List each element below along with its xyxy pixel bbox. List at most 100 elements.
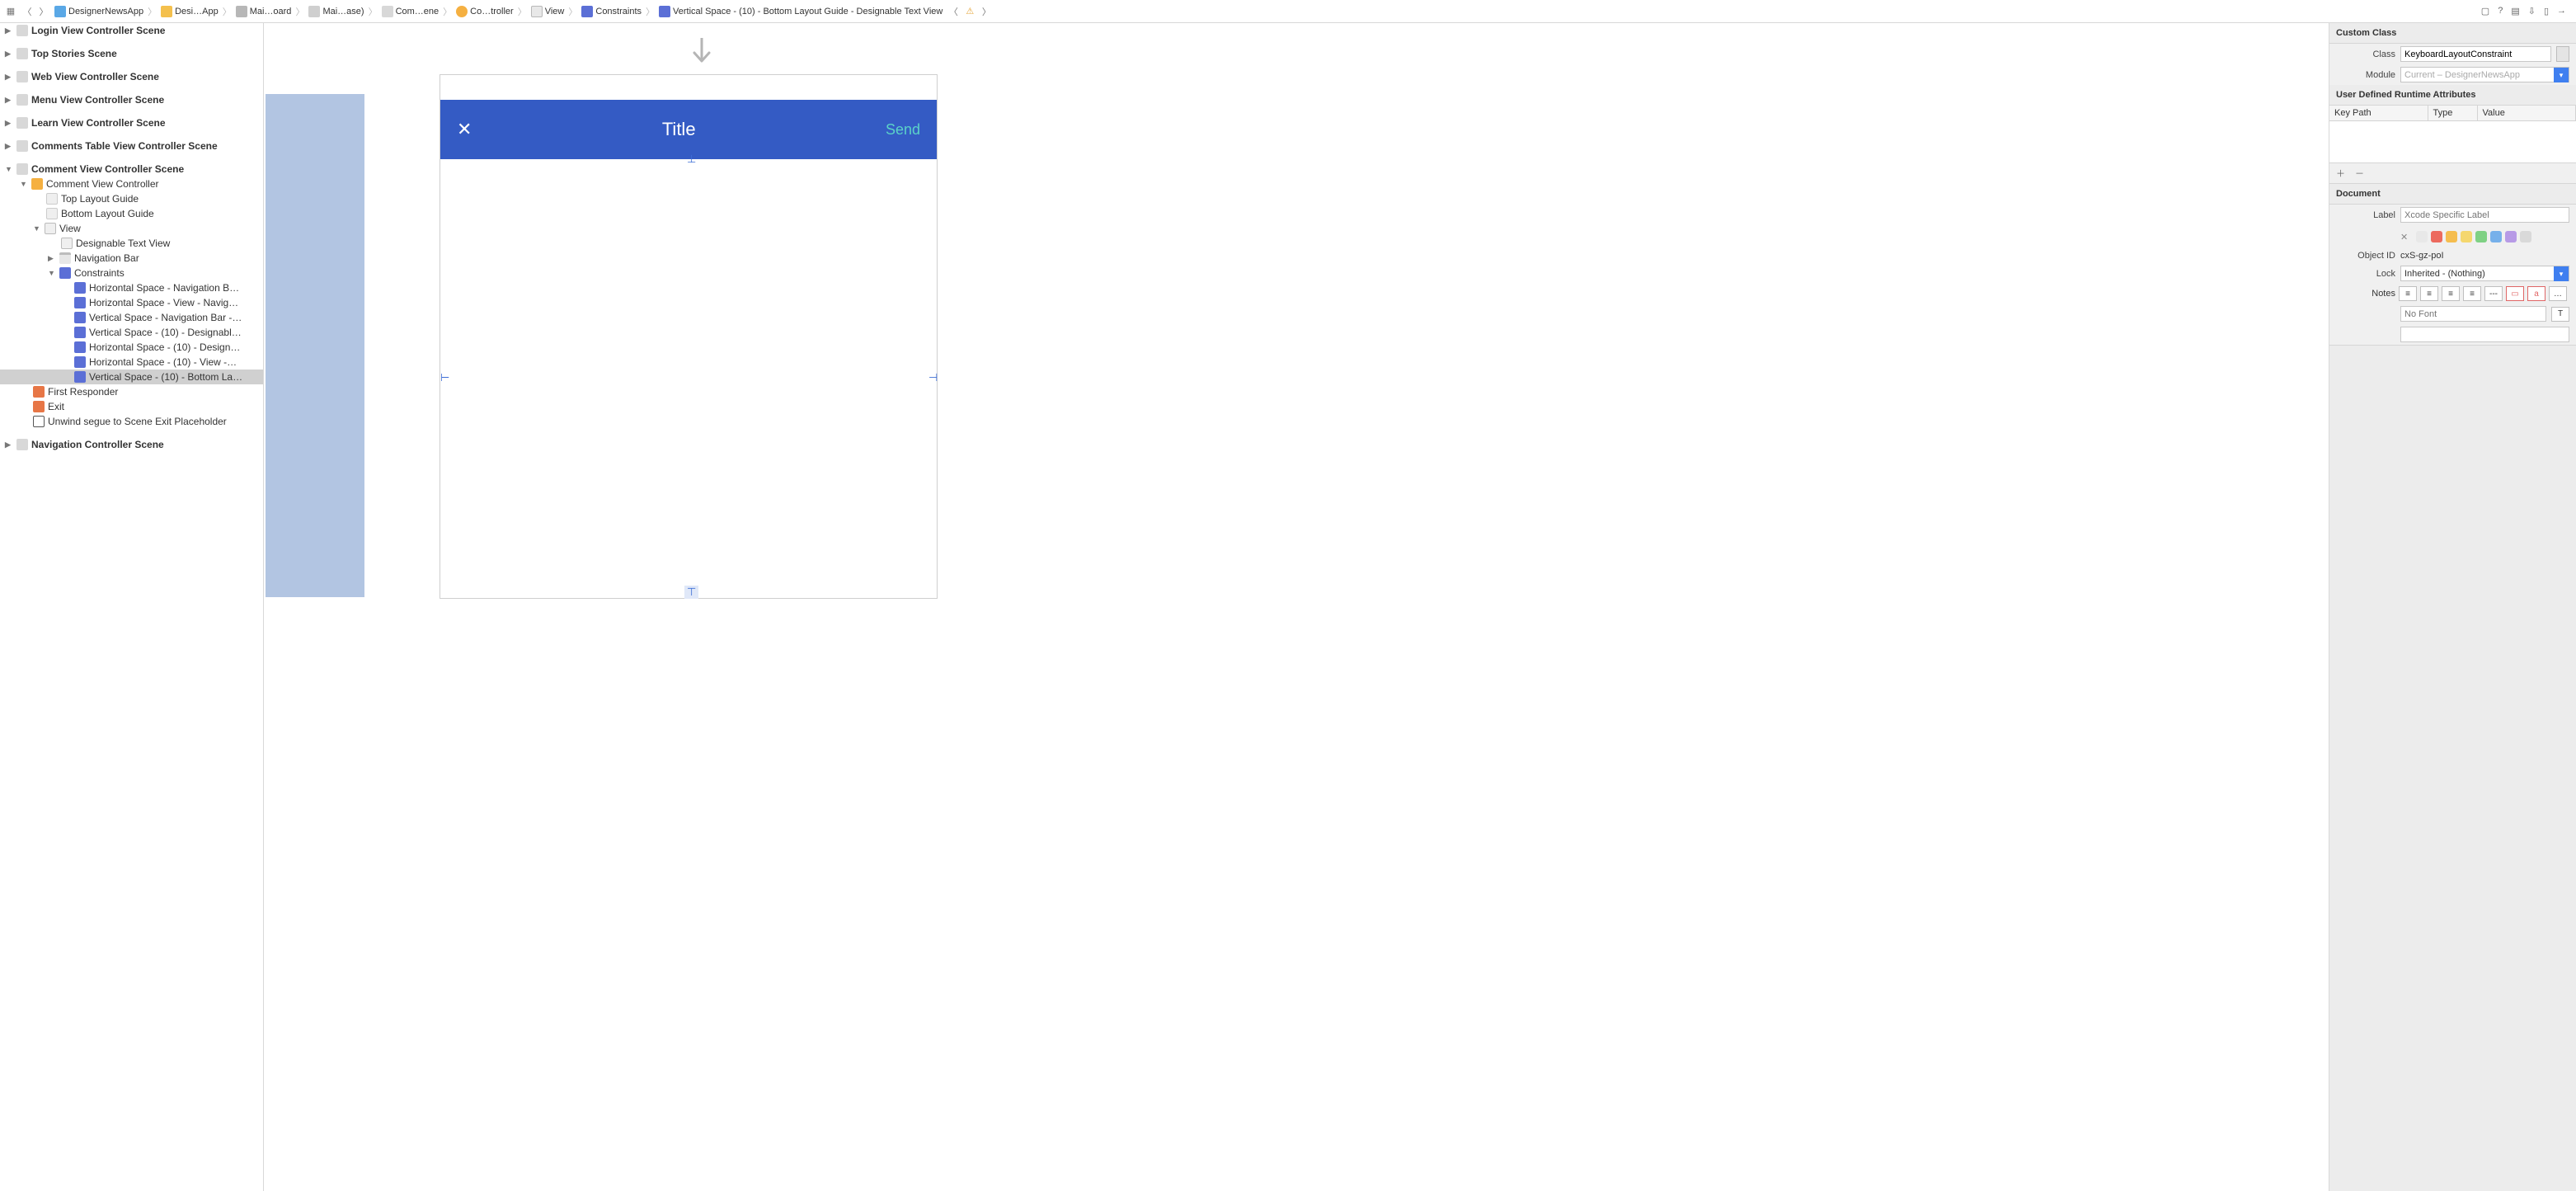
outline-layout-guide[interactable]: Bottom Layout Guide [0,206,263,221]
breadcrumb-item[interactable]: Mai…ase) [307,6,365,17]
jump-back-button[interactable]: 〈 [946,5,961,18]
runtime-attributes-table[interactable] [2329,121,2576,162]
outline-scene[interactable]: ▶Navigation Controller Scene [0,437,263,452]
size-inspector-icon[interactable]: ▯ [2544,6,2549,16]
forward-button[interactable]: 〉 [36,5,51,18]
disclosure-triangle-icon[interactable]: ▶ [5,119,13,128]
align-justify-button[interactable]: ≡ [2463,286,2481,301]
text-color-button[interactable]: ▭ [2506,286,2524,301]
notes-input[interactable] [2400,327,2569,342]
color-swatch[interactable] [2490,231,2502,242]
outline-scene[interactable]: ▶Login View Controller Scene [0,23,263,38]
font-picker-button[interactable]: T [2551,307,2569,322]
more-button[interactable]: … [2549,286,2567,301]
class-input[interactable] [2400,46,2551,62]
outline-scene[interactable]: ▶Comments Table View Controller Scene [0,139,263,153]
outline-label: View [59,223,81,234]
disclosure-triangle-icon[interactable]: ▶ [48,254,56,263]
disclosure-triangle-icon[interactable]: ▼ [48,269,56,277]
outline-exit[interactable]: Exit [0,399,263,414]
breadcrumb-item[interactable]: Mai…oard [234,6,294,17]
constraint-marker-icon[interactable]: ⊥ [687,153,696,166]
disclosure-triangle-icon[interactable]: ▼ [20,180,28,188]
close-icon[interactable]: ✕ [457,119,472,140]
outline-constraint-item[interactable]: Vertical Space - Navigation Bar -… [0,310,263,325]
disclosure-triangle-icon[interactable]: ▶ [5,49,13,59]
navigation-bar[interactable]: ✕ Title Send [440,100,937,159]
outline-scene[interactable]: ▶Web View Controller Scene [0,69,263,84]
breadcrumb-item[interactable]: Desi…App [159,6,220,17]
disclosure-triangle-icon[interactable]: ▶ [5,142,13,151]
file-inspector-icon[interactable]: ▢ [2481,6,2489,16]
disclosure-triangle-icon[interactable]: ▶ [5,73,13,82]
color-swatch[interactable] [2416,231,2428,242]
outline-textview[interactable]: Designable Text View [0,236,263,251]
column-type[interactable]: Type [2428,106,2478,120]
breadcrumb-item[interactable]: Constraints [580,6,643,17]
outline-layout-guide[interactable]: Top Layout Guide [0,191,263,206]
color-swatch[interactable] [2475,231,2487,242]
breadcrumb-item[interactable]: Vertical Space - (10) - Bottom Layout Gu… [657,6,944,17]
runtime-attributes-section-header: User Defined Runtime Attributes [2329,85,2576,106]
text-style-button[interactable]: a [2527,286,2545,301]
disclosure-triangle-icon[interactable]: ▶ [5,26,13,35]
add-button[interactable]: ＋ [2336,167,2345,180]
color-swatch[interactable] [2461,231,2472,242]
quickhelp-inspector-icon[interactable]: ? [2498,6,2503,16]
outline-constraint-item[interactable]: Horizontal Space - Navigation B… [0,280,263,295]
outline-scene[interactable]: ▶Top Stories Scene [0,46,263,61]
column-value[interactable]: Value [2478,106,2576,120]
disclosure-triangle-icon[interactable]: ▼ [33,224,41,233]
outline-unwind-segue[interactable]: Unwind segue to Scene Exit Placeholder [0,414,263,429]
outline-constraint-item[interactable]: Horizontal Space - View - Navig… [0,295,263,310]
disclosure-triangle-icon[interactable]: ▶ [5,440,13,450]
connections-inspector-icon[interactable]: → [2557,6,2566,16]
breadcrumb-item[interactable]: DesignerNewsApp [53,6,145,17]
breadcrumb-item[interactable]: Co…troller [454,6,515,17]
outline-view[interactable]: ▼ View [0,221,263,236]
identity-inspector-icon[interactable]: ▤ [2511,6,2519,16]
font-input[interactable] [2400,306,2546,322]
outline-scene-expanded[interactable]: ▼Comment View Controller Scene [0,162,263,177]
outline-scene[interactable]: ▶Menu View Controller Scene [0,92,263,107]
outline-scene[interactable]: ▶Learn View Controller Scene [0,115,263,130]
remove-button[interactable]: － [2355,167,2364,180]
column-keypath[interactable]: Key Path [2329,106,2428,120]
jump-forward-button[interactable]: 〉 [979,5,994,18]
label-color-swatches [2416,228,2531,246]
color-swatch[interactable] [2505,231,2517,242]
lock-select[interactable]: Inherited - (Nothing) ▾ [2400,266,2569,281]
align-left-button[interactable]: ≡ [2399,286,2417,301]
breadcrumb-item[interactable]: View [529,6,566,17]
attributes-inspector-icon[interactable]: ⇩ [2528,6,2536,16]
label-input[interactable] [2400,207,2569,223]
constraint-marker-icon[interactable]: ⊢ [440,371,449,384]
color-swatch[interactable] [2446,231,2457,242]
outline-constraint-item-selected[interactable]: Vertical Space - (10) - Bottom La… [0,370,263,384]
constraint-marker-icon[interactable]: ⊣ [928,371,938,384]
outline-viewcontroller[interactable]: ▼Comment View Controller [0,177,263,191]
outline-constraint-item[interactable]: Horizontal Space - (10) - Design… [0,340,263,355]
disclosure-triangle-icon[interactable]: ▶ [5,96,13,105]
outline-constraint-item[interactable]: Horizontal Space - (10) - View -… [0,355,263,370]
layout-guide-icon [46,208,58,219]
color-swatch[interactable] [2431,231,2442,242]
align-right-button[interactable]: ≡ [2442,286,2460,301]
back-button[interactable]: 〈 [20,5,35,18]
warning-icon[interactable]: ⚠ [962,6,977,16]
constraint-marker-selected-icon[interactable]: ⊤ [684,586,698,599]
outline-navbar[interactable]: ▶Navigation Bar [0,251,263,266]
outline-constraint-item[interactable]: Vertical Space - (10) - Designabl… [0,325,263,340]
module-select[interactable]: Current – DesignerNewsApp ▾ [2400,67,2569,82]
color-swatch[interactable] [2520,231,2531,242]
related-items-icon[interactable]: ▦ [3,6,18,16]
outline-first-responder[interactable]: First Responder [0,384,263,399]
send-button[interactable]: Send [886,121,920,139]
align-center-button[interactable]: ≡ [2420,286,2438,301]
class-stepper[interactable] [2556,46,2569,62]
clear-color-icon[interactable]: ✕ [2400,232,2408,242]
outline-constraints[interactable]: ▼Constraints [0,266,263,280]
disclosure-triangle-icon[interactable]: ▼ [5,165,13,173]
breadcrumb-item[interactable]: Com…ene [380,6,441,17]
interface-builder-canvas[interactable]: ✕ Title Send ⊥ ⊢ ⊣ ⊤ [264,23,2329,1191]
